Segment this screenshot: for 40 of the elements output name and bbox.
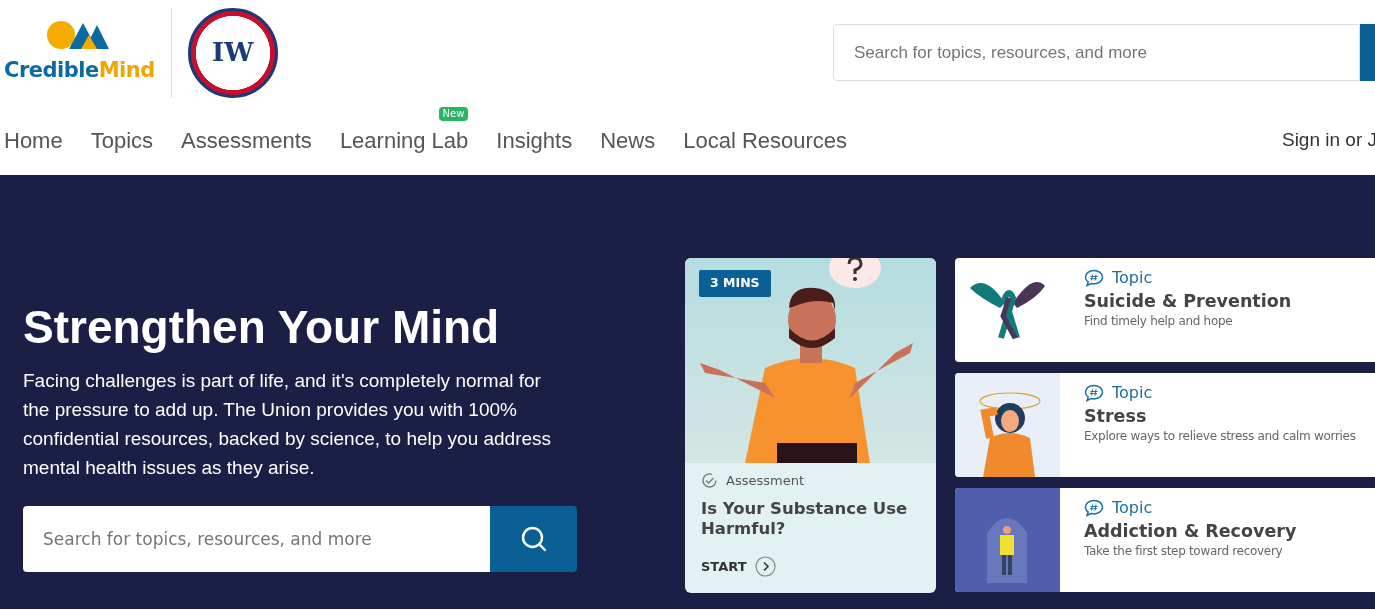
assessment-title: Is Your Substance Use Harmful? (701, 498, 909, 539)
search-field[interactable]: Search for topics, resources, and more (23, 506, 490, 572)
logo-mark-icon (47, 18, 112, 51)
nav-link[interactable]: Learning Lab (339, 127, 469, 153)
chat-bubble-icon (1084, 499, 1104, 517)
chat-bubble-icon (1084, 269, 1104, 287)
search-field[interactable]: Search for topics, resources, and more (833, 24, 1360, 81)
topic-label: Topic (1112, 382, 1153, 404)
chat-bubble-icon (1084, 384, 1104, 402)
topic-card[interactable]: Topic Stress Explore ways to relieve stress and calm worries (955, 373, 1375, 477)
start-link[interactable]: START (701, 556, 747, 577)
hero-title: Strengthen Your Mind (23, 300, 501, 355)
topic-title: Suicide & Prevention (1084, 290, 1292, 312)
search-button[interactable] (490, 506, 577, 572)
hero-text: Facing challenges is part of life, and it's completely normal for the pressure to add up. The Union provides you with 100% confidential resources, backed by science, to help you address mental health issues as they arise. (23, 369, 553, 480)
nav-link[interactable]: Insights (496, 127, 573, 153)
topic-title: Stress (1084, 405, 1148, 427)
sign-in-link[interactable]: Sign in or J (1281, 125, 1375, 155)
nav-link[interactable]: Assessments (181, 127, 312, 153)
topic-title: Addiction & Recovery (1084, 520, 1297, 542)
topic-card[interactable]: Topic Addiction & Recovery Take the first step toward recovery (955, 488, 1375, 592)
nav-link[interactable]: Home (4, 127, 63, 153)
union-emblem: IW (187, 7, 278, 98)
assessment-card[interactable]: 3 MINS Assessment Is Your Substance Use Harmful? START (685, 258, 936, 593)
chevron-circle-icon[interactable] (754, 556, 776, 577)
logo-wordmark: CredibleMind (4, 56, 155, 84)
topic-card[interactable]: Topic Suicide & Prevention Find timely help and hope (955, 258, 1375, 362)
assessment-label: Assessment (726, 472, 804, 490)
search-icon (519, 525, 548, 553)
topic-description: Find timely help and hope (1084, 313, 1234, 330)
topic-label: Topic (1112, 497, 1153, 519)
duration-badge: 3 MINS (699, 270, 771, 297)
nav-link[interactable]: Topics (90, 127, 154, 153)
check-circle-icon (701, 472, 718, 490)
new-badge: New (438, 106, 469, 121)
nav-link[interactable]: Local Resources (683, 127, 848, 153)
nav-link[interactable]: News (600, 127, 656, 153)
topic-description: Take the first step toward recovery (1084, 543, 1284, 560)
topic-description: Explore ways to relieve stress and calm worries (1084, 428, 1356, 445)
topic-label: Topic (1112, 267, 1153, 289)
